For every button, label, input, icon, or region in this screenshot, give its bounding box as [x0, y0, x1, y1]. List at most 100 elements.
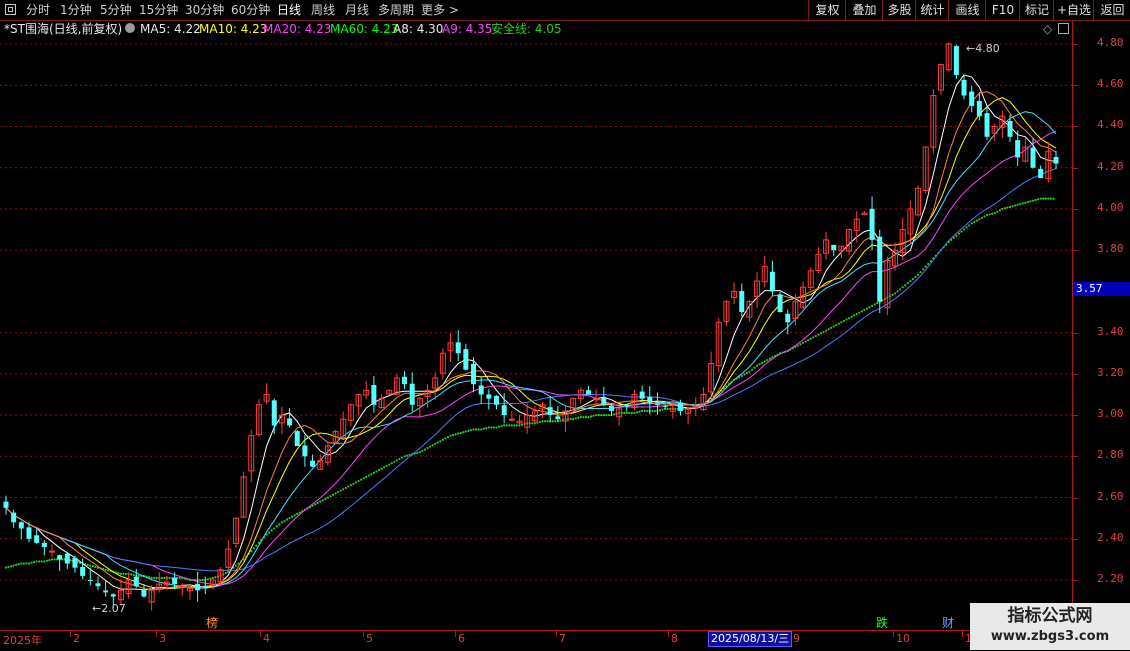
period-tab-weekly[interactable]: 周线: [311, 2, 335, 18]
safe-line-dot: [467, 429, 470, 432]
safe-line-dot: [370, 473, 373, 476]
ma10-value: MA10: 4.23: [199, 22, 268, 36]
ma5-value: MA5: 4.22: [140, 22, 201, 36]
y-tick: [1073, 333, 1078, 334]
period-tab-fenshi[interactable]: 分时: [26, 2, 50, 18]
safe-line-dot: [1011, 205, 1014, 208]
candle-body: [984, 113, 990, 137]
safe-line-dot: [924, 265, 927, 268]
draw-line-button[interactable]: 画线: [948, 0, 986, 20]
period-tab-multi[interactable]: 多周期: [378, 2, 414, 18]
high-price-label: ←4.80: [966, 42, 1000, 55]
x-tick: [260, 631, 261, 637]
safe-line-dot: [252, 547, 255, 550]
candle-body: [961, 79, 967, 96]
period-tab-1min[interactable]: 1分钟: [60, 2, 92, 18]
safe-line-dot: [824, 329, 828, 332]
safe-line-dot: [27, 562, 31, 565]
safe-line-dot: [809, 337, 812, 340]
safe-line-dot: [273, 527, 276, 530]
period-tab-15min[interactable]: 15分钟: [139, 2, 178, 18]
safe-line-dot: [224, 572, 227, 575]
safe-line-dot: [543, 420, 547, 423]
a8-value: A8: 4.30: [393, 22, 444, 36]
period-tab-daily[interactable]: 日线: [277, 2, 301, 18]
period-tab-monthly[interactable]: 月线: [345, 2, 369, 18]
safe-line-dot: [464, 430, 467, 433]
candle-body: [601, 397, 607, 405]
safe-line-dot: [766, 359, 769, 362]
safe-line-dot: [796, 344, 800, 347]
safe-line-dot: [973, 220, 976, 224]
add-favorite-button[interactable]: +自选: [1053, 0, 1094, 20]
period-tab-60min[interactable]: 60分钟: [231, 2, 270, 18]
safe-line-dot: [393, 460, 396, 463]
f10-button[interactable]: F10: [985, 0, 1020, 20]
event-marker-bang[interactable]: 榜: [206, 614, 218, 631]
statistics-button[interactable]: 统计: [915, 0, 949, 20]
candle-body: [677, 403, 683, 411]
safe-line-dot: [968, 224, 971, 227]
safe-line-dot: [285, 518, 289, 521]
candle-body: [1053, 157, 1059, 164]
y-tick: [1073, 415, 1078, 416]
fuquan-button[interactable]: 复权: [808, 0, 846, 20]
safe-line-dot: [390, 462, 393, 465]
settings-dot-icon[interactable]: [125, 23, 135, 33]
safe-line-dot: [497, 425, 501, 428]
safe-line-dot: [104, 568, 107, 571]
safe-line-dot: [612, 413, 616, 416]
y-tick-label: 2.80: [1097, 448, 1124, 462]
safe-line-dot: [168, 576, 171, 580]
mark-button[interactable]: 标记: [1019, 0, 1054, 20]
safe-line-dot: [965, 226, 968, 229]
safe-line-dot: [906, 282, 909, 285]
safe-line-dot: [893, 292, 897, 295]
back-button[interactable]: 返回: [1093, 0, 1130, 20]
safe-line-dot: [500, 424, 503, 428]
safe-line-dot: [43, 560, 46, 563]
safe-line-dot: [873, 303, 876, 306]
diamond-icon[interactable]: ◇: [1043, 21, 1052, 37]
period-tab-more[interactable]: 更多 >: [421, 2, 459, 18]
safe-line-dot: [799, 343, 802, 346]
x-tick: [893, 631, 894, 637]
safe-line-dot: [490, 426, 493, 429]
safe-line-dot: [980, 216, 984, 219]
safe-line-dot: [508, 424, 511, 427]
safe-line-dot: [855, 312, 858, 316]
safe-line-dot: [107, 569, 110, 572]
candle-body: [953, 46, 959, 75]
candle-body: [202, 585, 208, 587]
safe-line-dot: [822, 330, 825, 334]
overlay-button[interactable]: 叠加: [845, 0, 883, 20]
kline-chart[interactable]: [0, 21, 1072, 630]
x-tick: [363, 631, 364, 637]
period-tab-5min[interactable]: 5分钟: [100, 2, 132, 18]
multi-stock-button[interactable]: 多股: [882, 0, 916, 20]
event-marker-cai[interactable]: 财: [942, 614, 954, 631]
safe-line-dot: [122, 572, 125, 575]
safe-line-dot: [546, 420, 549, 423]
safe-line-dot: [227, 570, 230, 573]
candle-body: [647, 397, 653, 403]
x-label-feb: 2: [73, 632, 80, 645]
safe-line-dot: [605, 413, 608, 417]
period-tab-30min[interactable]: 30分钟: [185, 2, 224, 18]
safe-line-dot: [291, 515, 294, 518]
panel-toggle-icon[interactable]: [1058, 23, 1069, 34]
event-marker-die[interactable]: 跌: [876, 614, 888, 631]
safe-line-dot: [495, 426, 498, 429]
safe-line-dot: [487, 426, 490, 429]
x-label-oct: 10: [896, 632, 910, 645]
x-tick: [556, 631, 557, 637]
safe-line-dot: [832, 325, 835, 328]
safe-line-dot: [1006, 206, 1009, 209]
safe-line-dot: [758, 363, 761, 366]
safe-line-dot: [209, 577, 212, 580]
safe-line-dot: [538, 420, 542, 424]
x-label-sep: 9: [793, 632, 800, 645]
safe-line-dot: [342, 488, 345, 491]
safe-line-dot: [582, 416, 585, 419]
window-icon[interactable]: [5, 4, 16, 15]
